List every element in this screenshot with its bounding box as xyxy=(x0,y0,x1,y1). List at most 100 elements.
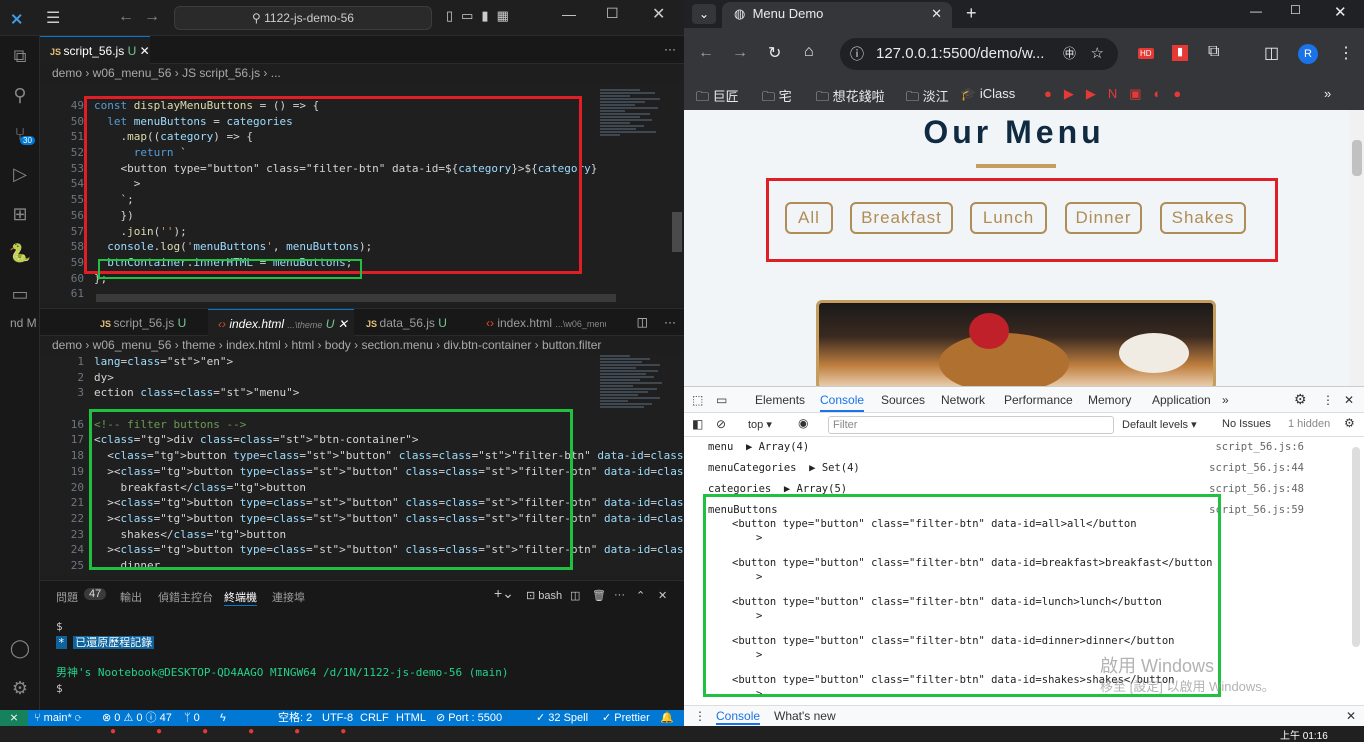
taskbar-app-icons[interactable]: ●●●●●● xyxy=(110,726,386,737)
console-filter-input[interactable]: Filter xyxy=(828,416,1114,434)
remote-icon[interactable]: ⨯ xyxy=(0,710,28,726)
clear-console-icon[interactable]: ⊘ xyxy=(716,417,726,431)
sidebar-toggle-icon[interactable]: ◧ xyxy=(692,417,703,431)
log-source-link[interactable]: script_56.js:48 xyxy=(1209,483,1304,495)
maximize-icon[interactable]: ☐ xyxy=(1290,3,1301,17)
layout-icons[interactable]: ▯▭▮▦ xyxy=(446,8,517,24)
live-server-status[interactable]: ⊘ Port : 5500 xyxy=(436,710,502,726)
console-log-menu-categories[interactable]: menuCategories ▶ Set(4) xyxy=(708,462,860,474)
tab-output[interactable]: 輸出 xyxy=(120,589,142,605)
bookmark-folder-3[interactable]: 🗀 想花錢啦 xyxy=(816,86,885,110)
ports-status[interactable]: ᛘ 0 xyxy=(184,710,200,726)
live-expression-eye-icon[interactable]: ◉ xyxy=(798,416,808,430)
console-log-menu[interactable]: menu ▶ Array(4) xyxy=(708,441,809,453)
console-settings-icon[interactable]: ⚙ xyxy=(1344,416,1355,430)
encoding-status[interactable]: UTF-8 xyxy=(322,710,353,726)
maximize-panel-icon[interactable]: ⌃ xyxy=(636,589,645,602)
filter-btn-all[interactable]: All xyxy=(785,202,833,234)
tab-ports[interactable]: 連接埠 xyxy=(272,589,305,605)
tab-search-icon[interactable]: ⌄ xyxy=(692,4,716,24)
editor-scrollbar[interactable] xyxy=(672,212,682,252)
spell-status[interactable]: ✓ 32 Spell xyxy=(536,710,588,726)
extension-hd-icon[interactable]: HD xyxy=(1138,48,1154,59)
site-info-icon[interactable]: ⓘ xyxy=(850,38,864,70)
bookmark-iclass[interactable]: 🎓 iClass xyxy=(960,86,1015,102)
devtools-more-icon[interactable]: ⋮ xyxy=(1322,393,1334,407)
drawer-tab-console[interactable]: Console xyxy=(716,709,761,725)
account-icon[interactable]: ◯ xyxy=(8,636,32,660)
code-line[interactable]: ection class=class="st">"menu"> xyxy=(94,385,684,401)
eol-status[interactable]: CRLF xyxy=(360,710,389,726)
tab-close-icon[interactable]: ✕ xyxy=(140,44,150,58)
more-bookmarks-icon[interactable]: » xyxy=(1324,86,1331,101)
drawer-tab-whats-new[interactable]: What's new xyxy=(774,709,836,723)
back-icon[interactable]: ← xyxy=(698,44,714,62)
device-toolbar-icon[interactable]: ▭ xyxy=(716,393,727,407)
prettier-status[interactable]: ✓ Prettier xyxy=(602,710,650,726)
drawer-close-icon[interactable]: ✕ xyxy=(1346,709,1356,723)
menu-icon[interactable]: ☰ xyxy=(46,8,60,28)
tab-index-html-theme[interactable]: ‹› index.html ...\theme U ✕ xyxy=(208,309,354,337)
horizontal-scrollbar[interactable] xyxy=(96,294,616,302)
tab-debug-console[interactable]: 偵錯主控台 xyxy=(158,589,213,605)
command-search-input[interactable]: ⚲ 1122-js-demo-56 xyxy=(174,6,432,30)
minimize-icon[interactable]: — xyxy=(562,6,576,22)
indent-status[interactable]: 空格: 2 xyxy=(278,710,312,726)
code-line[interactable]: </class="tg">button> xyxy=(94,574,684,576)
extensions-icon[interactable]: ⊞ xyxy=(8,202,32,226)
code-line[interactable]: dy> xyxy=(94,370,684,386)
forward-arrow-icon[interactable]: → xyxy=(144,8,160,26)
settings-gear-icon[interactable]: ⚙ xyxy=(8,676,32,700)
more-actions-icon[interactable]: ··· xyxy=(664,315,676,329)
tab-problems[interactable]: 問題 xyxy=(56,589,78,605)
tab-network[interactable]: Network xyxy=(941,393,985,407)
lightning-icon[interactable]: ϟ xyxy=(220,710,226,726)
log-levels-select[interactable]: Default levels ▾ xyxy=(1122,418,1197,431)
log-source-link[interactable]: script_56.js:6 xyxy=(1215,441,1304,453)
bookmark-folder-4[interactable]: 🗀 淡江 xyxy=(906,86,949,110)
extension-red-icon[interactable]: ▮ xyxy=(1172,45,1188,61)
inspect-icon[interactable]: ⬚ xyxy=(692,393,703,407)
tab-data-56[interactable]: JS data_56.js U xyxy=(356,309,476,337)
forward-icon[interactable]: → xyxy=(732,44,748,62)
bookmark-folder-1[interactable]: 🗀 巨匠 xyxy=(696,86,739,110)
devtools-settings-icon[interactable]: ⚙ xyxy=(1294,391,1307,408)
filter-btn-breakfast[interactable]: Breakfast xyxy=(850,202,953,234)
breadcrumb-top[interactable]: demo › w06_menu_56 › JS script_56.js › .… xyxy=(52,64,672,82)
tab-nd-m[interactable]: nd M xyxy=(0,309,80,337)
tab-close-icon[interactable]: ✕ xyxy=(338,317,348,331)
tab-elements[interactable]: Elements xyxy=(755,393,805,407)
bell-icon[interactable]: 🔔 xyxy=(660,710,674,726)
terminal-shell[interactable]: ⊡ bash xyxy=(526,589,562,602)
split-terminal-icon[interactable]: ◫ xyxy=(570,589,580,602)
tab-memory[interactable]: Memory xyxy=(1088,393,1131,407)
log-source-link[interactable]: script_56.js:59 xyxy=(1209,504,1304,516)
home-icon[interactable]: ⌂ xyxy=(804,43,814,61)
tab-index-html-w06[interactable]: ‹› index.html ...\w06_menu_5 xyxy=(476,309,606,337)
tab-application[interactable]: Application xyxy=(1152,393,1211,407)
tab-close-icon[interactable]: ✕ xyxy=(931,2,942,26)
code-line[interactable]: lang=class="st">"en"> xyxy=(94,354,684,370)
minimap[interactable] xyxy=(600,82,670,304)
more-icon[interactable]: ··· xyxy=(614,589,625,601)
code-line[interactable] xyxy=(94,302,597,304)
bookmark-icon-shortcuts[interactable]: ●▶▶N▣◐● xyxy=(1044,86,1193,102)
chrome-menu-icon[interactable]: ⋮ xyxy=(1338,43,1354,63)
maximize-icon[interactable]: ☐ xyxy=(606,5,619,22)
filter-btn-dinner[interactable]: Dinner xyxy=(1065,202,1142,234)
tab-terminal[interactable]: 終端機 xyxy=(224,589,257,606)
issues-count[interactable]: No Issues xyxy=(1222,418,1271,430)
add-terminal-icon[interactable]: +⌄ xyxy=(494,585,514,602)
translate-icon[interactable]: ㊥ xyxy=(1063,38,1076,70)
tab-menu-demo[interactable]: ◍ Menu Demo ✕ xyxy=(722,2,952,28)
page-scrollbar[interactable] xyxy=(1350,110,1364,386)
bookmark-star-icon[interactable]: ☆ xyxy=(1091,38,1104,70)
tab-sources[interactable]: Sources xyxy=(881,393,925,407)
language-status[interactable]: HTML xyxy=(396,710,426,726)
more-tabs-icon[interactable]: » xyxy=(1222,393,1229,407)
new-tab-icon[interactable]: + xyxy=(966,3,977,24)
drawer-menu-icon[interactable]: ⋮ xyxy=(694,709,706,723)
side-panel-icon[interactable]: ◫ xyxy=(1264,43,1279,63)
search-icon[interactable]: ⚲ xyxy=(8,83,32,107)
python-icon[interactable]: 🐍 xyxy=(8,241,32,265)
